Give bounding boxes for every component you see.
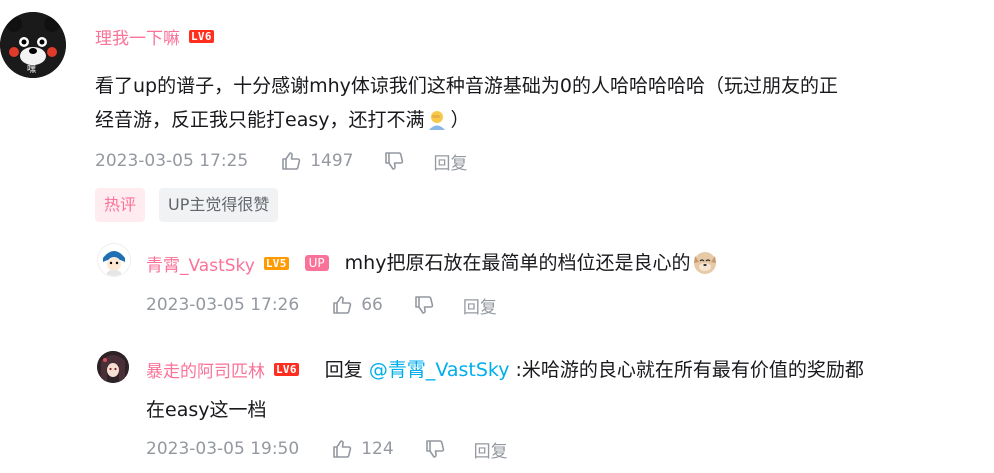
level-badge: LV6 xyxy=(189,30,214,43)
comment-text: 看了up的谱子，十分感谢mhy体谅我们这种音游基础为0的人哈哈哈哈哈（玩过朋友的… xyxy=(95,69,985,137)
reply-1-header: 青霄_VastSky LV5 UP mhy把原石放在最简单的档位还是良心的 xyxy=(146,250,718,276)
comment-text-line: 经音游，反正我只能打easy，还打不满 ） xyxy=(95,109,470,131)
mention-link[interactable]: @青霄_VastSky xyxy=(369,358,510,382)
reply-1-text: mhy把原石放在最简单的档位还是良心的 xyxy=(344,252,691,274)
reply-2-meta: 2023-03-05 19:50 124 回复 xyxy=(146,436,508,462)
comment-text-line: 看了up的谱子，十分感谢mhy体谅我们这种音游基础为0的人哈哈哈哈哈（玩过朋友的… xyxy=(95,75,838,97)
avatar-main[interactable]: 嘿 xyxy=(0,12,66,78)
like-icon[interactable] xyxy=(280,150,302,172)
reply-2-text-line: 在easy这一档 xyxy=(146,399,267,421)
dislike-icon[interactable] xyxy=(424,438,446,460)
level-badge: LV6 xyxy=(274,363,299,376)
comment-timestamp: 2023-03-05 17:25 xyxy=(95,151,249,171)
comment-meta: 2023-03-05 17:25 1497 回复 xyxy=(95,148,467,174)
like-count: 66 xyxy=(361,295,383,315)
reply-1-username[interactable]: 青霄_VastSky xyxy=(146,251,255,276)
anime-avatar-image xyxy=(98,244,130,276)
reply-button[interactable]: 回复 xyxy=(474,437,508,462)
comment-tags: 热评 UP主觉得很赞 xyxy=(95,188,279,222)
avatar-reply-1[interactable] xyxy=(97,243,131,277)
reply-1-meta: 2023-03-05 17:26 66 回复 xyxy=(146,292,497,318)
avatar-caption: 嘿 xyxy=(27,65,37,75)
hot-comment-tag: 热评 xyxy=(95,188,146,222)
up-badge: UP xyxy=(304,255,329,271)
dislike-icon[interactable] xyxy=(413,294,435,316)
anime-avatar-image xyxy=(97,351,129,383)
reply-2-timestamp: 2023-03-05 19:50 xyxy=(146,439,300,459)
dog-emoji-icon xyxy=(692,250,718,276)
level-badge: LV5 xyxy=(263,256,289,270)
like-icon[interactable] xyxy=(331,438,353,460)
reply-button[interactable]: 回复 xyxy=(433,149,467,174)
comment-username[interactable]: 理我一下嘛 xyxy=(95,24,180,49)
up-liked-tag: UP主觉得很赞 xyxy=(159,188,279,222)
reply-button[interactable]: 回复 xyxy=(463,293,497,318)
reply-1-timestamp: 2023-03-05 17:26 xyxy=(146,295,300,315)
comment-header: 理我一下嘛 LV6 xyxy=(95,24,214,49)
like-count: 124 xyxy=(361,439,394,459)
dislike-icon[interactable] xyxy=(383,150,405,172)
like-count: 1497 xyxy=(310,151,354,171)
avatar-reply-2[interactable] xyxy=(97,351,129,383)
facepalm-emoji-icon xyxy=(426,109,448,131)
reply-2-text-line: :米哈游的良心就在所有最有价值的奖励都 xyxy=(509,358,864,381)
reply-2-username[interactable]: 暴走的阿司匹林 xyxy=(146,357,265,382)
reply-2-prefix: 回复 xyxy=(324,358,369,381)
reply-2-header: 暴走的阿司匹林 LV6 回复 @青霄_VastSky :米哈游的良心就在所有最有… xyxy=(146,357,864,383)
like-icon[interactable] xyxy=(331,294,353,316)
